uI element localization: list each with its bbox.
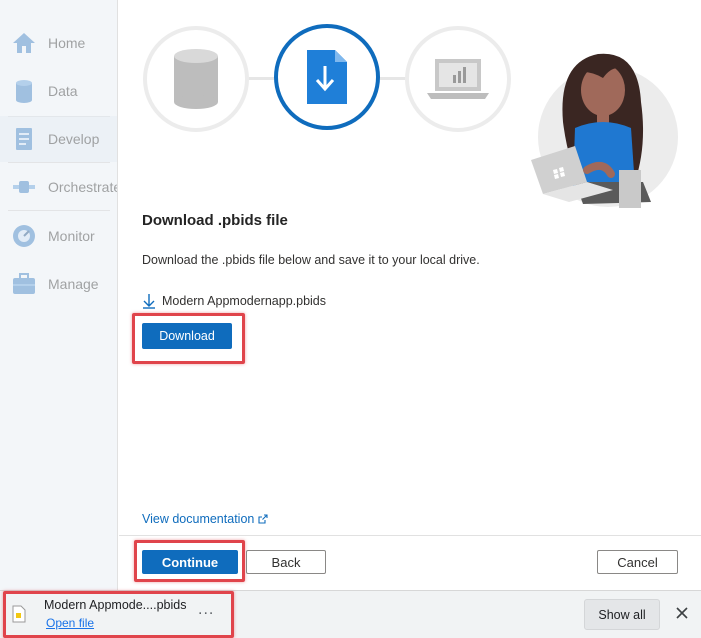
file-row: Modern Appmodernapp.pbids <box>142 293 326 309</box>
sidebar-item-label: Develop <box>48 131 100 147</box>
toolbox-icon <box>11 271 37 297</box>
show-all-button[interactable]: Show all <box>584 599 660 630</box>
divider <box>8 162 110 163</box>
document-icon <box>11 126 37 152</box>
sidebar: Home Data Develop Orchestrate Monitor Ma… <box>0 0 118 590</box>
page-title: Download .pbids file <box>142 212 288 229</box>
view-documentation-link[interactable]: View documentation <box>142 512 268 526</box>
sidebar-item-orchestrate[interactable]: Orchestrate <box>0 164 118 210</box>
sidebar-item-label: Data <box>48 83 78 99</box>
description-text: Download the .pbids file below and save … <box>142 253 480 267</box>
downloaded-file-name[interactable]: Modern Appmode....pbids <box>44 598 186 612</box>
sidebar-item-home[interactable]: Home <box>0 20 117 66</box>
sidebar-item-data[interactable]: Data <box>0 68 117 114</box>
external-link-icon <box>258 514 268 524</box>
cancel-button[interactable]: Cancel <box>597 550 678 574</box>
pipeline-icon <box>11 174 37 200</box>
sidebar-item-label: Monitor <box>48 228 95 244</box>
database-icon <box>11 78 37 104</box>
laptop-chart-step-icon <box>427 59 489 99</box>
back-button[interactable]: Back <box>246 550 326 574</box>
download-file-step-icon <box>307 50 347 104</box>
home-icon <box>11 30 37 56</box>
more-options-button[interactable]: ... <box>198 601 214 619</box>
divider <box>8 210 110 211</box>
download-bar: Modern Appmode....pbids Open file ... Sh… <box>0 590 701 638</box>
person-laptop-illustration <box>531 53 678 208</box>
divider <box>119 535 701 536</box>
database-step-icon <box>174 49 218 109</box>
open-file-link[interactable]: Open file <box>46 616 94 630</box>
close-icon[interactable] <box>674 605 690 621</box>
step-download-file <box>274 24 380 130</box>
file-icon <box>12 605 26 623</box>
gauge-icon <box>11 223 37 249</box>
sidebar-item-label: Home <box>48 35 86 51</box>
download-button[interactable]: Download <box>142 323 232 349</box>
sidebar-item-develop[interactable]: Develop <box>0 116 117 162</box>
step-laptop-report <box>405 26 511 132</box>
file-name: Modern Appmodernapp.pbids <box>162 294 327 308</box>
step-database <box>143 26 249 132</box>
continue-button[interactable]: Continue <box>142 550 238 574</box>
sidebar-item-monitor[interactable]: Monitor <box>0 213 117 259</box>
sidebar-item-label: Orchestrate <box>48 179 118 195</box>
doc-link-label: View documentation <box>142 512 255 526</box>
sidebar-item-manage[interactable]: Manage <box>0 261 117 307</box>
main-panel: Download .pbids file Download the .pbids… <box>119 0 701 590</box>
sidebar-item-label: Manage <box>48 276 99 292</box>
download-arrow-icon <box>143 294 155 309</box>
